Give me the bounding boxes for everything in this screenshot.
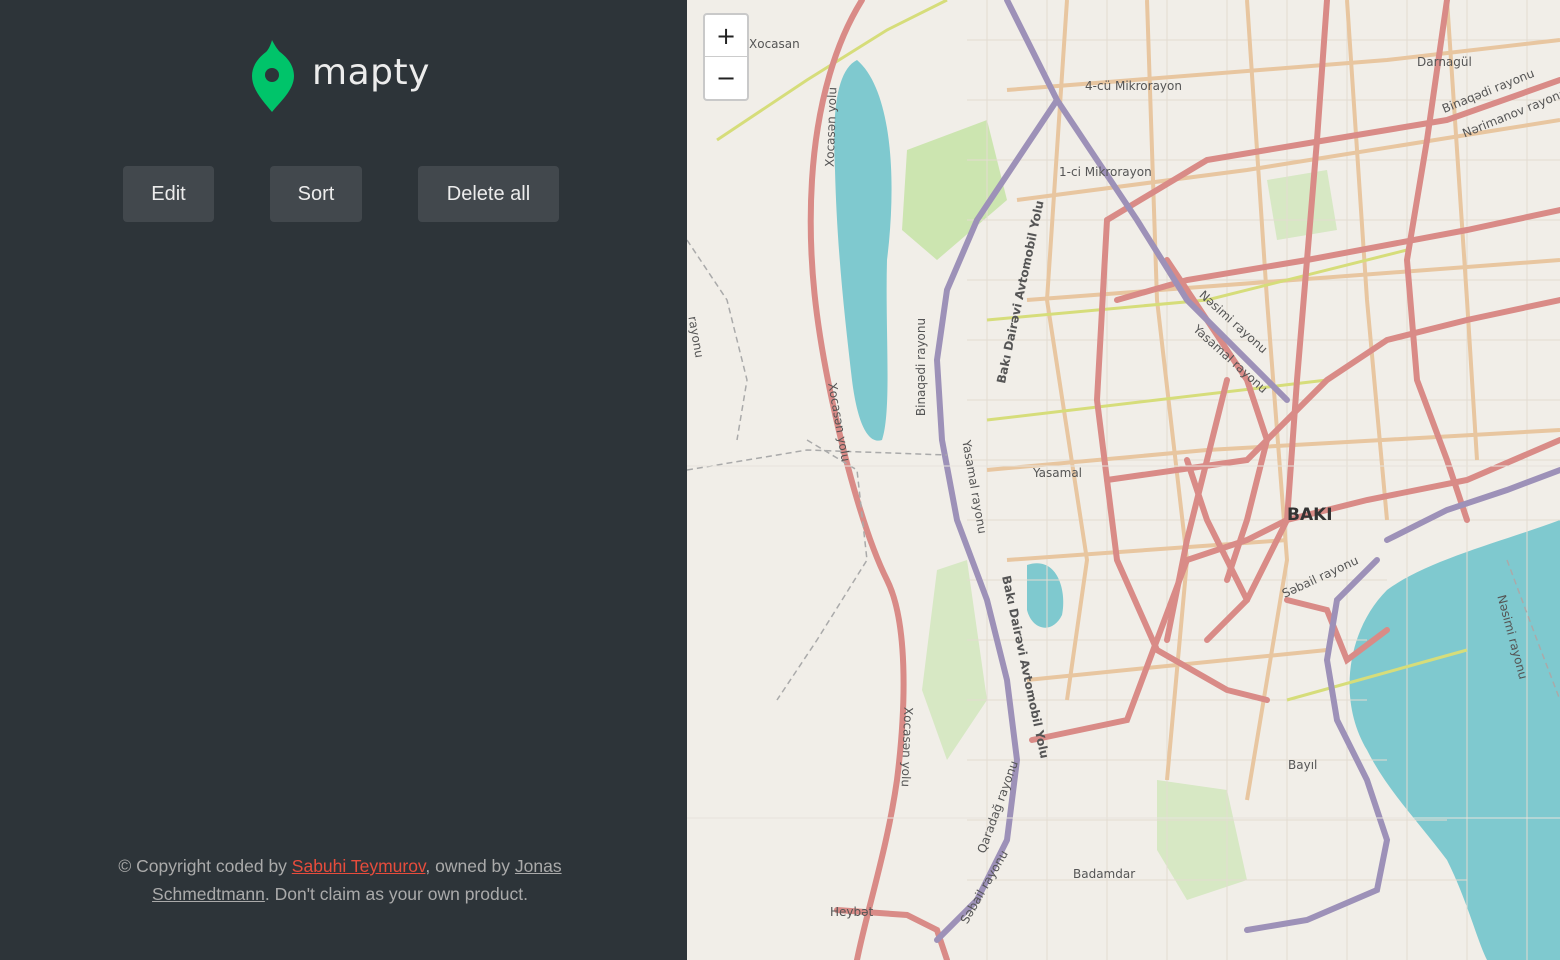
map-label-bayil: Bayıl bbox=[1288, 758, 1318, 772]
zoom-control: + − bbox=[703, 13, 749, 101]
map-label-heybat: Heybət bbox=[830, 905, 874, 919]
logo: mapty bbox=[250, 38, 450, 114]
zoom-out-button[interactable]: − bbox=[705, 57, 747, 98]
map-label-baki: BAKI bbox=[1287, 505, 1333, 525]
map[interactable]: Xocasan Darnagül Binaqədi rayonu Nəriman… bbox=[687, 0, 1560, 960]
sidebar: mapty Edit Sort Delete all © Copyright c… bbox=[0, 0, 687, 960]
zoom-in-button[interactable]: + bbox=[705, 15, 747, 57]
copyright-suffix: . Don't claim as your own product. bbox=[264, 884, 528, 904]
map-label-binaqadi-2: Binaqədi rayonu bbox=[914, 317, 929, 417]
copyright-prefix: © Copyright coded by bbox=[118, 856, 292, 876]
map-pin-icon bbox=[252, 40, 294, 112]
sort-button[interactable]: Sort bbox=[270, 166, 362, 222]
copyright-middle: , owned by bbox=[425, 856, 515, 876]
map-label-4cu-mikrorayon: 4-cü Mikrorayon bbox=[1085, 79, 1182, 93]
map-label-badamdar: Badamdar bbox=[1073, 867, 1136, 881]
author-link[interactable]: Sabuhi Teymurov bbox=[292, 856, 426, 876]
map-label-darnagul: Darnagül bbox=[1417, 55, 1472, 69]
map-tiles bbox=[687, 0, 1560, 960]
map-label-xocasan-yolu-3: Xocasən yolu bbox=[898, 706, 916, 788]
copyright-text: © Copyright coded by Sabuhi Teymurov, ow… bbox=[90, 852, 590, 908]
logo-text: mapty bbox=[312, 52, 430, 93]
map-label-xocasan-yolu: Xocasən yolu bbox=[822, 86, 840, 168]
edit-button[interactable]: Edit bbox=[123, 166, 214, 222]
delete-all-button[interactable]: Delete all bbox=[418, 166, 559, 222]
map-label-xocasan: Xocasan bbox=[749, 37, 800, 51]
map-label-1ci-mikrorayon: 1-ci Mikrorayon bbox=[1059, 165, 1152, 179]
map-label-yasamal: Yasamal bbox=[1033, 466, 1083, 480]
